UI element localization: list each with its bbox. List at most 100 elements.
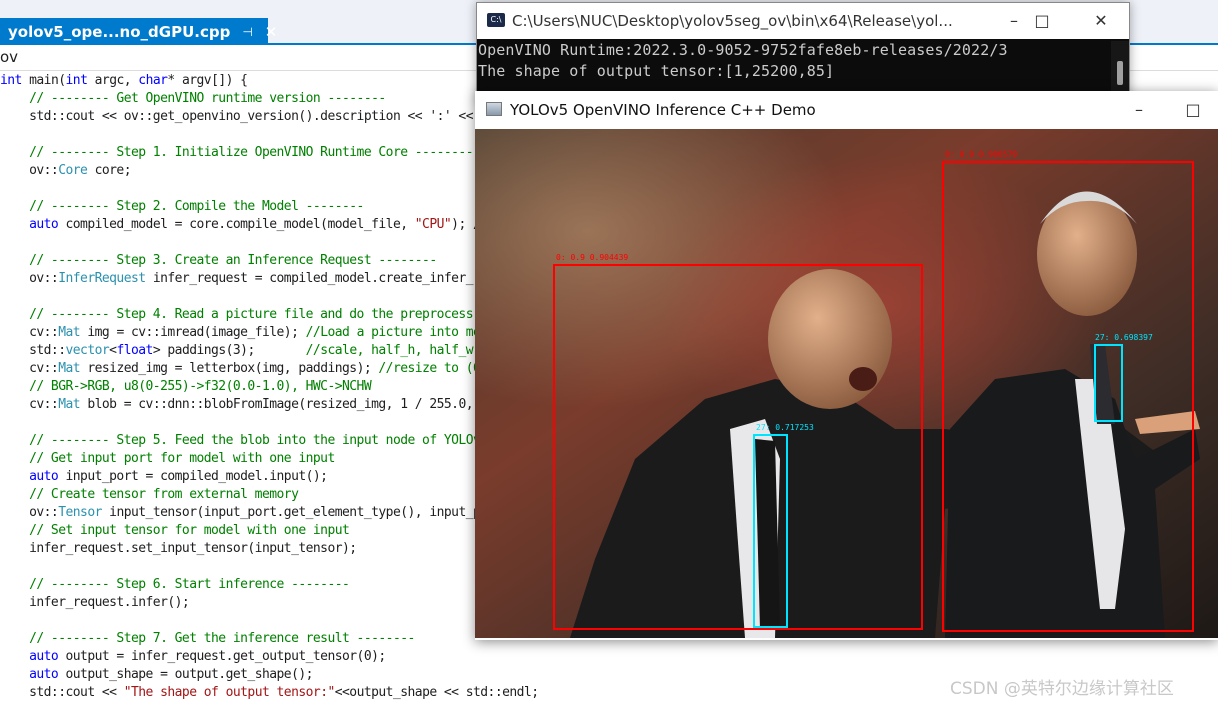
code-token: // -------- Step 2. Compile the Model --…: [0, 199, 364, 214]
detection-label: 0: 0.9 0.906579: [945, 150, 1017, 159]
code-token: float: [116, 343, 153, 358]
code-token: Mat: [58, 361, 81, 376]
code-token: // BGR->RGB, u8(0-255)->f32(0.0-1.0), HW…: [0, 379, 372, 394]
console-titlebar[interactable]: C:\ C:\Users\NUC\Desktop\yolov5seg_ov\bi…: [477, 3, 1129, 39]
code-token: input_tensor(input_port.get_element_type…: [101, 505, 481, 520]
code-token: std::: [0, 343, 66, 358]
code-line[interactable]: // BGR->RGB, u8(0-255)->f32(0.0-1.0), HW…: [0, 378, 372, 396]
console-window[interactable]: C:\ C:\Users\NUC\Desktop\yolov5seg_ov\bi…: [476, 2, 1130, 102]
code-token: //scale, half_h, half_w: [305, 343, 474, 358]
nav-scope[interactable]: ov: [0, 48, 18, 66]
maximize-button[interactable]: □: [1181, 98, 1205, 122]
code-line[interactable]: auto compiled_model = core.compile_model…: [0, 216, 481, 234]
minimize-icon: –: [1010, 11, 1018, 30]
code-line[interactable]: // Create tensor from external memory: [0, 486, 299, 504]
minimize-button[interactable]: –: [1127, 98, 1151, 122]
watermark: CSDN @英特尔边缘计算社区: [950, 679, 1174, 699]
demo-window[interactable]: YOLOv5 OpenVINO Inference C++ Demo – □ 0…: [475, 91, 1218, 640]
console-line: The shape of output tensor:[1,25200,85]: [478, 62, 835, 80]
tab-title: yolov5_ope...no_dGPU.cpp: [8, 22, 231, 41]
code-line[interactable]: ov::Core core;: [0, 162, 131, 180]
code-line[interactable]: cv::Mat img = cv::imread(image_file); //…: [0, 324, 481, 342]
detection-label: 27: 0.717253: [756, 423, 814, 432]
code-line[interactable]: std::vector<float> paddings(3); //scale,…: [0, 342, 473, 360]
code-line[interactable]: ov::Tensor input_tensor(input_port.get_e…: [0, 504, 481, 522]
code-token: output = infer_request.get_output_tensor…: [58, 649, 386, 664]
code-line[interactable]: cv::Mat resized_img = letterbox(img, pad…: [0, 360, 481, 378]
close-icon[interactable]: ✕: [265, 23, 278, 41]
pin-icon[interactable]: ⊣: [242, 25, 252, 39]
code-token: core;: [87, 163, 132, 178]
code-line[interactable]: // -------- Step 6. Start inference ----…: [0, 576, 350, 594]
code-token: Mat: [58, 325, 81, 340]
scrollbar-thumb[interactable]: [1117, 61, 1123, 85]
code-line[interactable]: // -------- Step 5. Feed the blob into t…: [0, 432, 481, 450]
code-token: argc,: [87, 73, 139, 88]
code-line[interactable]: // -------- Step 3. Create an Inference …: [0, 252, 437, 270]
code-token: input_port = compiled_model.input();: [58, 469, 328, 484]
close-icon: ✕: [1094, 11, 1108, 30]
code-token: // Create tensor from external memory: [0, 487, 299, 502]
code-token: // -------- Step 5. Feed the blob into t…: [0, 433, 481, 448]
code-line[interactable]: infer_request.infer();: [0, 594, 190, 612]
code-line[interactable]: auto input_port = compiled_model.input()…: [0, 468, 328, 486]
detection-image: 0: 0.9 0.904439 0: 0.9 0.906579 27: 0.71…: [475, 129, 1218, 638]
person-head: [768, 269, 892, 409]
code-token: auto: [0, 649, 59, 664]
console-icon: C:\: [487, 13, 505, 27]
detection-canvas: 0: 0.9 0.904439 0: 0.9 0.906579 27: 0.71…: [475, 129, 1218, 638]
code-token: //resize to (6: [378, 361, 481, 376]
code-line[interactable]: // -------- Step 2. Compile the Model --…: [0, 198, 364, 216]
code-token: InferRequest: [58, 271, 146, 286]
code-token: "CPU": [414, 217, 452, 232]
code-line[interactable]: std::cout << ov::get_openvino_version().…: [0, 108, 473, 126]
demo-title: YOLOv5 OpenVINO Inference C++ Demo: [510, 101, 816, 119]
code-line[interactable]: // -------- Step 1. Initialize OpenVINO …: [0, 144, 473, 162]
code-line[interactable]: cv::Mat blob = cv::dnn::blobFromImage(re…: [0, 396, 473, 414]
code-line[interactable]: auto output_shape = output.get_shape();: [0, 666, 313, 684]
tab-source-file[interactable]: yolov5_ope...no_dGPU.cpp ⊣ ✕: [0, 18, 277, 45]
code-token: cv::: [0, 397, 59, 412]
code-token: ov::: [0, 505, 59, 520]
code-token: auto: [0, 667, 59, 682]
code-token: "The shape of output tensor:": [123, 685, 336, 700]
code-token: //Load a picture into me: [305, 325, 481, 340]
code-line[interactable]: infer_request.set_input_tensor(input_ten…: [0, 540, 357, 558]
demo-titlebar[interactable]: YOLOv5 OpenVINO Inference C++ Demo – □: [475, 91, 1218, 129]
code-token: infer_request.infer();: [0, 595, 190, 610]
maximize-icon: □: [1185, 100, 1201, 119]
code-token: // -------- Step 4. Read a picture file …: [0, 307, 473, 322]
code-token: img = cv::imread(image_file);: [80, 325, 306, 340]
code-token: infer_request.set_input_tensor(input_ten…: [0, 541, 357, 556]
code-line[interactable]: // -------- Step 4. Read a picture file …: [0, 306, 473, 324]
code-line[interactable]: std::cout << "The shape of output tensor…: [0, 684, 539, 702]
code-line[interactable]: int main(int argc, char* argv[]) {: [0, 72, 248, 90]
code-token: std::cout <<: [0, 685, 124, 700]
code-token: int: [0, 73, 22, 88]
maximize-icon: □: [1034, 11, 1050, 30]
code-token: // -------- Get OpenVINO runtime version…: [0, 91, 386, 106]
code-line[interactable]: // Set input tensor for model with one i…: [0, 522, 350, 540]
code-token: // Get input port for model with one inp…: [0, 451, 335, 466]
minimize-button[interactable]: –: [1002, 9, 1026, 33]
code-token: <<output_shape << std::endl;: [334, 685, 539, 700]
code-token: ov::: [0, 271, 59, 286]
code-line[interactable]: // Get input port for model with one inp…: [0, 450, 335, 468]
maximize-button[interactable]: □: [1030, 9, 1054, 33]
code-token: // -------- Step 6. Start inference ----…: [0, 577, 350, 592]
code-token: // -------- Step 7. Get the inference re…: [0, 631, 415, 646]
code-token: char: [138, 73, 168, 88]
code-token: Tensor: [58, 505, 102, 520]
code-line[interactable]: auto output = infer_request.get_output_t…: [0, 648, 386, 666]
code-line[interactable]: // -------- Step 7. Get the inference re…: [0, 630, 415, 648]
window-icon: [486, 102, 502, 116]
code-token: Mat: [58, 397, 81, 412]
detection-label: 27: 0.698397: [1095, 333, 1153, 342]
code-line[interactable]: // -------- Get OpenVINO runtime version…: [0, 90, 386, 108]
code-token: vector: [65, 343, 110, 358]
code-token: resized_img = letterbox(img, paddings);: [80, 361, 379, 376]
mouth: [849, 367, 877, 391]
close-button[interactable]: ✕: [1089, 9, 1113, 33]
code-line[interactable]: ov::InferRequest infer_request = compile…: [0, 270, 481, 288]
detection-label: 0: 0.9 0.904439: [556, 253, 628, 262]
